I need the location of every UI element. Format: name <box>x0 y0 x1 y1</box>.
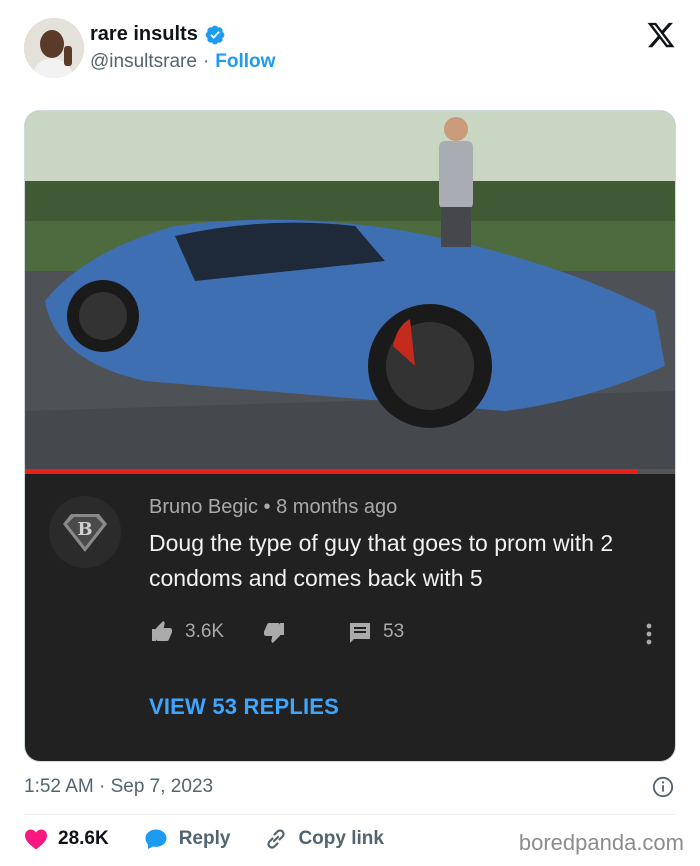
comment-like-button[interactable]: 3.6K <box>149 620 224 644</box>
car-video-thumbnail <box>25 111 675 473</box>
author-display-name[interactable]: rare insults <box>90 23 198 46</box>
heart-icon <box>25 829 47 850</box>
author-avatar[interactable] <box>24 18 84 78</box>
verified-badge-icon <box>205 25 225 44</box>
youtube-comment: B Bruno Begic • 8 months ago Doug the ty… <box>25 474 675 761</box>
comment-dislike-button[interactable] <box>261 620 287 644</box>
x-logo-icon[interactable] <box>646 20 676 50</box>
handle-separator: · <box>202 51 210 72</box>
link-icon <box>267 829 286 849</box>
reply-bubble-icon <box>145 829 167 849</box>
thumbs-up-icon <box>152 621 172 641</box>
copy-link-label: Copy link <box>298 828 384 849</box>
tweet-timestamp[interactable]: 1:52 AM · Sep 7, 2023 <box>24 776 213 798</box>
thumbs-down-icon <box>264 623 284 643</box>
comment-replies-count: 53 <box>383 621 405 642</box>
author-handle[interactable]: @insultsrare <box>90 51 197 73</box>
comment-text: Doug the type of guy that goes to prom w… <box>149 530 614 591</box>
reply-button[interactable]: Reply <box>143 827 231 851</box>
tweet-header: rare insults @insultsrare · Follow <box>24 18 676 80</box>
svg-text:B: B <box>77 519 92 540</box>
info-icon[interactable] <box>652 776 674 798</box>
more-vertical-icon[interactable] <box>645 622 653 646</box>
comment-icon <box>350 623 370 643</box>
like-count: 28.6K <box>58 828 109 849</box>
view-replies-link[interactable]: VIEW 53 REPLIES <box>149 694 339 720</box>
comment-author[interactable]: Bruno Begic <box>149 496 258 518</box>
meta-separator: • <box>263 496 271 518</box>
tweet-media[interactable]: B Bruno Begic • 8 months ago Doug the ty… <box>24 110 676 762</box>
comment-reply-button[interactable]: 53 <box>347 620 404 644</box>
follow-button[interactable]: Follow <box>215 51 275 73</box>
footer-divider <box>24 814 676 815</box>
commenter-avatar[interactable]: B <box>49 496 121 568</box>
watermark: boredpanda.com <box>518 830 684 855</box>
comment-time: 8 months ago <box>276 496 398 518</box>
reply-label: Reply <box>178 828 231 849</box>
copy-link-button[interactable]: Copy link <box>264 827 384 851</box>
comment-like-count: 3.6K <box>185 621 225 642</box>
comment-actions: 3.6K 53 <box>149 620 669 650</box>
like-button[interactable]: 28.6K <box>24 828 109 850</box>
comment-meta: Bruno Begic • 8 months ago <box>149 496 397 519</box>
tweet-actions: 28.6K Reply Copy link <box>24 826 418 852</box>
